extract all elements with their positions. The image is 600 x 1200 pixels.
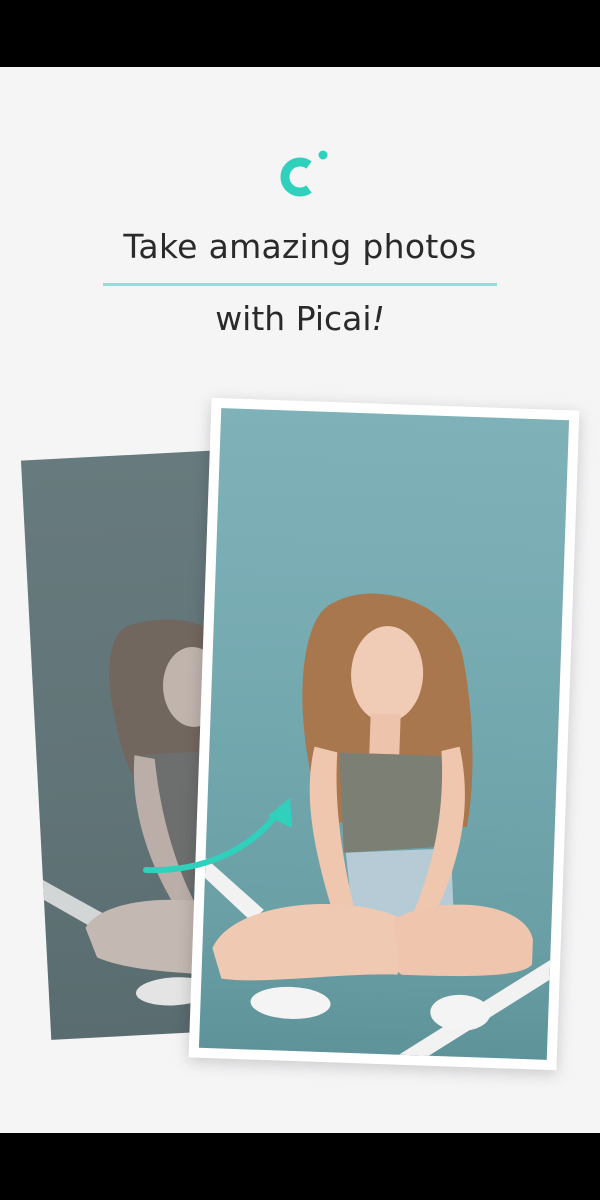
picai-logo-icon xyxy=(280,150,328,197)
after-photo-frame xyxy=(188,397,580,1071)
onboarding-screen: Take amazing photos with Picai! xyxy=(0,67,600,1133)
subline-text: with Picai xyxy=(215,299,372,338)
headline-divider xyxy=(103,283,497,286)
transition-arrow-icon xyxy=(143,798,292,874)
headline: Take amazing photos xyxy=(123,227,477,266)
subline-exclamation: ! xyxy=(371,299,385,338)
navigation-bar xyxy=(0,1133,600,1200)
after-photo xyxy=(198,408,570,1060)
after-photo-figure xyxy=(204,593,551,1056)
status-bar xyxy=(0,0,600,67)
subline: with Picai! xyxy=(0,299,600,338)
